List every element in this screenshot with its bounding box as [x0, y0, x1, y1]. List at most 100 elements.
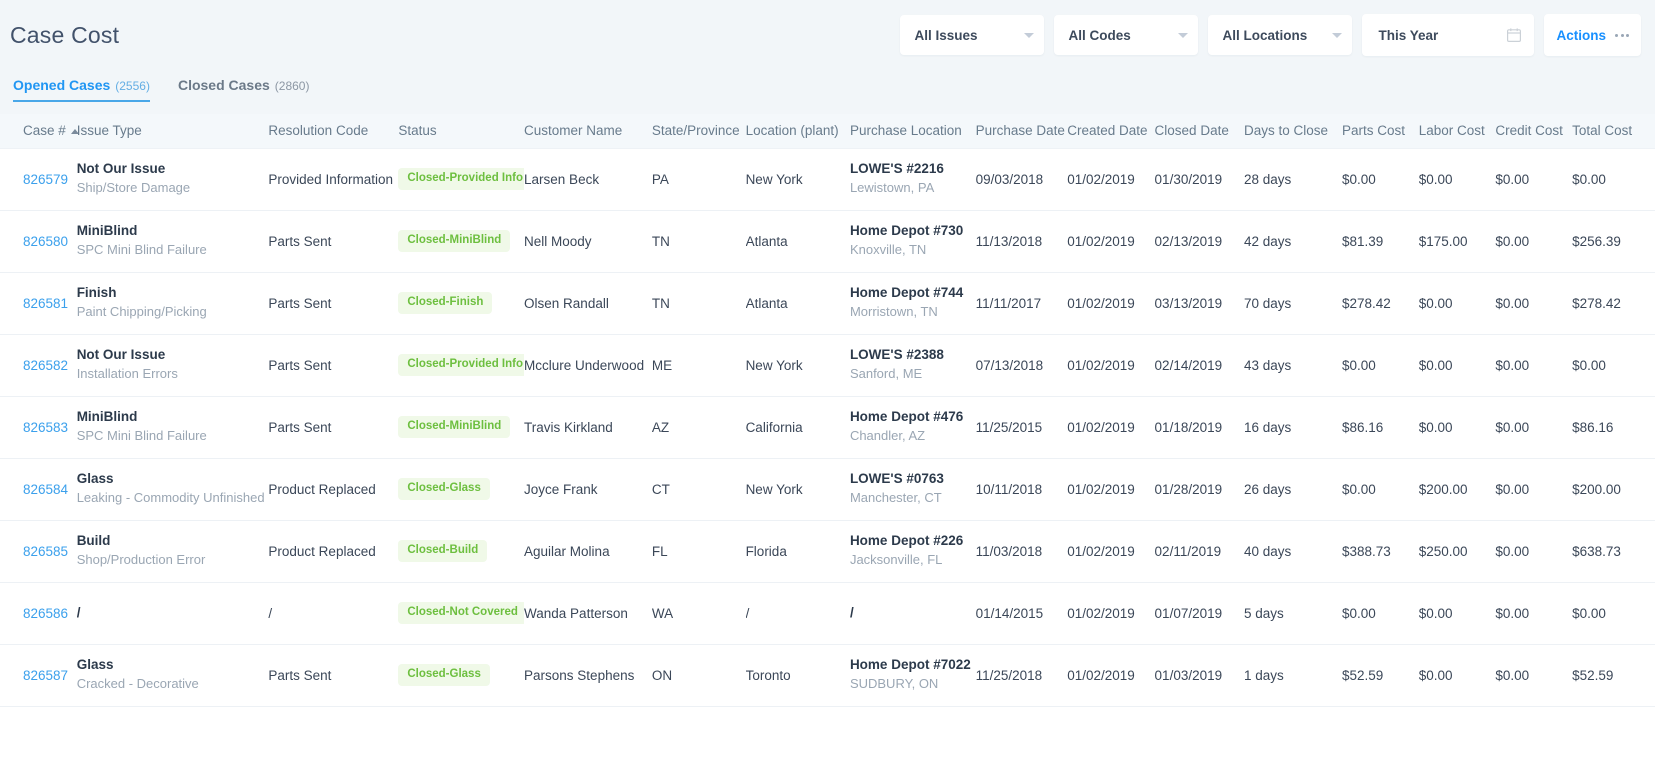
case-number-link[interactable]: 826586	[23, 606, 68, 621]
column-header-closed-date[interactable]: Closed Date	[1154, 114, 1245, 149]
days-to-close-value: 16 days	[1244, 419, 1292, 435]
cell-issue-type-stack: MiniBlind SPC Mini Blind Failure	[77, 409, 259, 444]
cell-status: Closed-Provided Info	[398, 334, 525, 397]
cell-customer-name: Travis Kirkland	[524, 396, 652, 459]
cell-resolution-code: Parts Sent	[268, 334, 399, 397]
cell-days-to-close: 42 days	[1244, 210, 1342, 273]
table-row[interactable]: 826581 Finish Paint Chipping/Picking Parts …	[0, 272, 1655, 335]
case-number-link[interactable]: 826587	[23, 668, 68, 683]
table-row[interactable]: 826580 MiniBlind SPC Mini Blind Failure Par…	[0, 210, 1655, 273]
case-cost-page: Case Cost All Issues All Codes All Locat…	[0, 0, 1655, 763]
issue-type-main: /	[76, 604, 81, 620]
resolution-code-value: Parts Sent	[268, 419, 332, 435]
created-date-value: 01/02/2019	[1067, 667, 1135, 683]
column-header-parts-cost[interactable]: Parts Cost	[1342, 114, 1419, 149]
column-header-total-cost[interactable]: Total Cost	[1572, 114, 1655, 149]
location-plant-value: Atlanta	[745, 233, 788, 249]
column-header-days-to-close[interactable]: Days to Close	[1244, 114, 1342, 149]
cell-labor-cost: $175.00	[1418, 210, 1496, 273]
table-row[interactable]: 826583 MiniBlind SPC Mini Blind Failure Par…	[0, 396, 1655, 459]
labor-cost-value: $0.00	[1418, 171, 1453, 187]
case-number-link[interactable]: 826581	[23, 296, 68, 311]
table-row[interactable]: 826587 Glass Cracked - Decorative Parts Sen…	[0, 644, 1655, 707]
cell-parts-cost: $81.39	[1342, 210, 1419, 273]
table-row[interactable]: 826579 Not Our Issue Ship/Store Damage Prov…	[0, 148, 1655, 211]
cell-resolution-code: Product Replaced	[268, 520, 399, 583]
table-body: 826579 Not Our Issue Ship/Store Damage Prov…	[0, 148, 1655, 707]
location-plant-value: Toronto	[745, 667, 791, 683]
cell-total-cost: $278.42	[1572, 272, 1655, 335]
cell-total-cost: $256.39	[1572, 210, 1655, 273]
tab-opened-cases[interactable]: Opened Cases (2556)	[13, 77, 150, 102]
column-header-issue-type[interactable]: Issue Type	[76, 114, 269, 149]
cell-created-date: 01/02/2019	[1067, 644, 1155, 707]
cell-location-plant: Florida	[745, 520, 850, 583]
purchase-location-sub: Jacksonville, FL	[849, 552, 943, 568]
column-header-labor-cost[interactable]: Labor Cost	[1418, 114, 1496, 149]
tab-opened-cases-count: (2556)	[115, 79, 150, 93]
cell-case-number: 826584	[0, 458, 77, 521]
labor-cost-value: $175.00	[1418, 233, 1468, 249]
table-row[interactable]: 826586 / / Closed-Not Covered Wanda Patterso…	[0, 582, 1655, 645]
created-date-value: 01/02/2019	[1067, 357, 1135, 373]
actions-button[interactable]: Actions	[1544, 14, 1641, 56]
column-header-resolution-code[interactable]: Resolution Code	[268, 114, 399, 149]
state-province-value: ON	[651, 667, 673, 683]
cell-issue-type-stack: MiniBlind SPC Mini Blind Failure	[77, 223, 259, 258]
date-range-picker[interactable]: This Year	[1362, 14, 1535, 56]
cell-total-cost: $0.00	[1572, 148, 1655, 211]
purchase-date-value: 01/14/2015	[975, 605, 1044, 621]
location-plant-value: New York	[745, 481, 803, 497]
table-row[interactable]: 826582 Not Our Issue Installation Errors Pa…	[0, 334, 1655, 397]
cell-credit-cost: $0.00	[1495, 396, 1573, 459]
cell-issue-type: /	[76, 582, 269, 645]
table-header-row: Case # Issue Type Resolution Code Status…	[0, 114, 1655, 149]
column-header-purchase-location[interactable]: Purchase Location	[849, 114, 976, 149]
column-header-status[interactable]: Status	[398, 114, 525, 149]
status-badge: Closed-Provided Info	[398, 168, 525, 190]
cell-total-cost: $0.00	[1572, 582, 1655, 645]
cell-labor-cost: $0.00	[1418, 644, 1496, 707]
cell-state-province: AZ	[651, 396, 746, 459]
resolution-code-value: Product Replaced	[268, 481, 376, 497]
cell-days-to-close: 40 days	[1244, 520, 1342, 583]
column-header-purchase-date[interactable]: Purchase Date	[975, 114, 1068, 149]
case-number-link[interactable]: 826584	[23, 482, 68, 497]
page-header: Case Cost All Issues All Codes All Locat…	[0, 0, 1655, 70]
column-header-customer-name[interactable]: Customer Name	[524, 114, 652, 149]
column-header-location-plant[interactable]: Location (plant)	[745, 114, 850, 149]
total-cost-value: $0.00	[1572, 171, 1606, 187]
case-number-link[interactable]: 826583	[23, 420, 68, 435]
cell-credit-cost: $0.00	[1495, 520, 1573, 583]
cell-purchase-location: Home Depot #7022 SUDBURY, ON	[849, 644, 976, 707]
cell-closed-date: 02/13/2019	[1154, 210, 1245, 273]
case-number-link[interactable]: 826580	[23, 234, 68, 249]
tab-closed-cases[interactable]: Closed Cases (2860)	[178, 77, 310, 102]
cell-parts-cost: $0.00	[1342, 334, 1419, 397]
filter-codes-value: All Codes	[1068, 27, 1131, 43]
calendar-icon	[1506, 27, 1522, 43]
column-header-created-date[interactable]: Created Date	[1067, 114, 1155, 149]
total-cost-value: $0.00	[1572, 357, 1606, 373]
issue-type-sub: Installation Errors	[76, 366, 178, 382]
column-header-state-province[interactable]: State/Province	[651, 114, 746, 149]
case-number-link[interactable]: 826582	[23, 358, 68, 373]
cell-location-plant: New York	[745, 334, 850, 397]
issue-type-sub: Cracked - Decorative	[76, 676, 199, 692]
issue-type-sub: Leaking - Commodity Unfinished	[76, 490, 265, 506]
table-row[interactable]: 826584 Glass Leaking - Commodity Unfinishe…	[0, 458, 1655, 521]
case-number-link[interactable]: 826579	[23, 172, 68, 187]
column-header-credit-cost[interactable]: Credit Cost	[1495, 114, 1573, 149]
cell-days-to-close: 28 days	[1244, 148, 1342, 211]
cell-purchase-location: /	[849, 582, 976, 645]
location-plant-value: Florida	[745, 543, 787, 559]
column-header-case-number[interactable]: Case #	[0, 114, 79, 149]
case-number-link[interactable]: 826585	[23, 544, 68, 559]
table-row[interactable]: 826585 Build Shop/Production Error Product …	[0, 520, 1655, 583]
cell-state-province: ME	[651, 334, 746, 397]
closed-date-value: 03/13/2019	[1154, 295, 1223, 311]
filter-locations-select[interactable]: All Locations	[1208, 15, 1353, 55]
filter-issues-select[interactable]: All Issues	[900, 15, 1045, 55]
chevron-down-icon	[1178, 32, 1189, 38]
filter-codes-select[interactable]: All Codes	[1054, 15, 1199, 55]
